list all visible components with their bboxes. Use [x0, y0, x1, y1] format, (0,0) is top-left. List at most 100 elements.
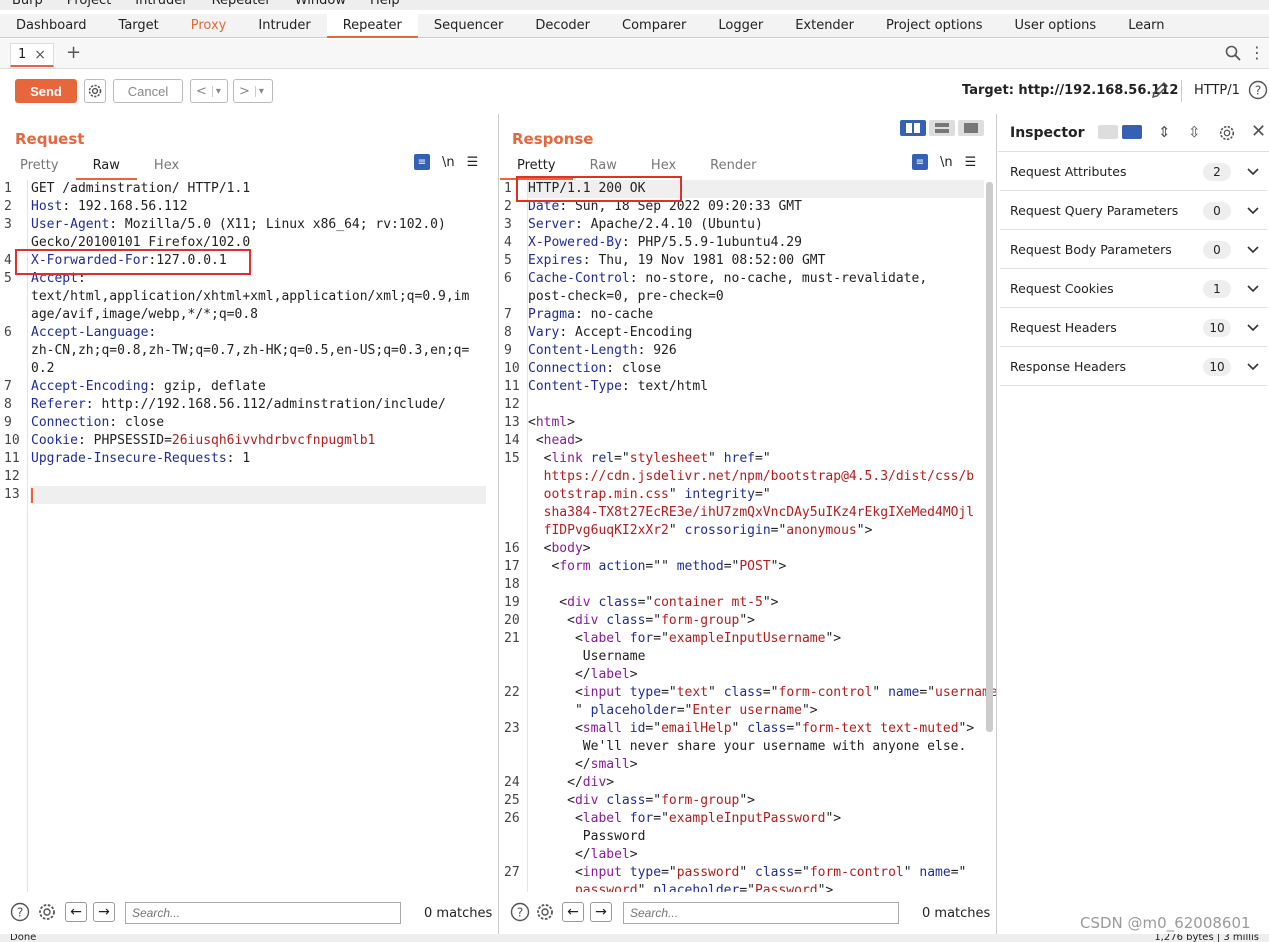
help-icon[interactable]: ?	[10, 902, 30, 922]
line-number: 8	[4, 397, 12, 412]
chevron-down-icon[interactable]	[1247, 165, 1259, 179]
layout-list-icon[interactable]	[1098, 125, 1118, 139]
collapse-all-icon[interactable]: ⇳	[1188, 123, 1201, 141]
layout-stacked-icon[interactable]	[929, 120, 955, 136]
line-number: 12	[504, 397, 520, 412]
tab-raw[interactable]: Raw	[75, 156, 137, 180]
inspector-section[interactable]: Request Attributes 2	[1000, 153, 1267, 191]
newline-toggle[interactable]: \n	[442, 155, 455, 170]
line-number: 6	[4, 325, 12, 340]
tab-dashboard[interactable]: Dashboard	[0, 14, 103, 38]
chevron-down-icon[interactable]	[1247, 360, 1259, 374]
gear-icon[interactable]	[535, 902, 555, 922]
chevron-down-icon[interactable]	[1247, 204, 1259, 218]
send-button[interactable]: Send	[15, 79, 77, 103]
chevron-down-icon[interactable]: ▾	[254, 85, 267, 97]
response-editor[interactable]: 1 HTTP/1.1 200 OK 2 Date: Sun, 18 Sep 2022 …	[500, 180, 996, 892]
menu-project[interactable]: Project	[55, 0, 123, 10]
pencil-icon[interactable]	[1150, 80, 1170, 100]
tab-pretty[interactable]: Pretty	[3, 156, 76, 180]
chevron-down-icon[interactable]: ▾	[211, 85, 224, 97]
tab-target[interactable]: Target	[103, 14, 175, 38]
tab-comparer[interactable]: Comparer	[606, 14, 702, 38]
line-number: 19	[504, 595, 520, 610]
menu-intruder[interactable]: Intruder	[123, 0, 199, 10]
settings-button[interactable]	[84, 79, 106, 103]
inspector-section[interactable]: Response Headers 10	[1000, 348, 1267, 386]
arrow-left-icon[interactable]: ←	[562, 902, 584, 922]
code-line: We'll never share your username with any…	[528, 739, 967, 754]
vertical-scrollbar[interactable]	[986, 182, 993, 732]
add-tab-icon[interactable]: +	[66, 42, 81, 63]
layout-tabs-icon[interactable]	[958, 120, 984, 136]
search-icon[interactable]	[1225, 45, 1241, 61]
tab-repeater[interactable]: Repeater	[326, 14, 418, 38]
menu-icon[interactable]: ☰	[467, 155, 479, 170]
layout-panel-icon[interactable]	[1122, 125, 1142, 139]
line-number: 8	[504, 325, 512, 340]
chevron-down-icon[interactable]	[1247, 282, 1259, 296]
wrap-lines-icon[interactable]: ≡	[912, 154, 928, 170]
code-line: Upgrade-Insecure-Requests: 1	[31, 451, 251, 466]
request-search-bar: ? ← → 0 matches	[0, 898, 498, 926]
tab-project-options[interactable]: Project options	[870, 14, 999, 38]
request-editor[interactable]: 1 GET /adminstration/ HTTP/1.1 2 Host: 192.…	[0, 180, 498, 892]
back-button[interactable]: < ▾	[190, 79, 228, 103]
help-icon[interactable]: ?	[510, 902, 530, 922]
http-version-label[interactable]: HTTP/1	[1194, 83, 1240, 98]
request-view-tabs: Pretty Raw Hex	[3, 156, 196, 180]
tab-proxy[interactable]: Proxy	[175, 14, 243, 38]
inspector-section[interactable]: Request Query Parameters 0	[1000, 192, 1267, 230]
tab-sequencer[interactable]: Sequencer	[418, 14, 519, 38]
arrow-left-icon[interactable]: ←	[65, 902, 87, 922]
tab-hex[interactable]: Hex	[137, 156, 196, 180]
menu-window[interactable]: Window	[283, 0, 358, 10]
code-line: sha384-TX8t27EcRE3e/ihU7zmQxVncDAy5uIKz4…	[528, 505, 975, 520]
wrap-lines-icon[interactable]: ≡	[414, 154, 430, 170]
code-line: <link rel="stylesheet" href="	[528, 451, 771, 466]
tab-user-options[interactable]: User options	[999, 14, 1113, 38]
code-line: Cache-Control: no-store, no-cache, must-…	[528, 271, 928, 286]
line-number: 20	[504, 613, 520, 628]
target-label: Target: http://192.168.56.112	[962, 83, 1179, 98]
help-icon[interactable]: ?	[1248, 80, 1268, 100]
tab-logger[interactable]: Logger	[702, 14, 779, 38]
line-number: 15	[504, 451, 520, 466]
forward-button[interactable]: > ▾	[233, 79, 273, 103]
expand-all-icon[interactable]: ⇕	[1158, 123, 1171, 141]
repeater-tab-1[interactable]: 1 ×	[10, 43, 54, 67]
tab-decoder[interactable]: Decoder	[519, 14, 606, 38]
code-line: GET /adminstration/ HTTP/1.1	[31, 181, 251, 196]
search-input[interactable]	[125, 902, 401, 924]
code-line: Password	[528, 829, 646, 844]
code-line: </div>	[528, 775, 615, 790]
newline-toggle[interactable]: \n	[940, 155, 953, 170]
menu-icon[interactable]: ☰	[965, 155, 977, 170]
close-icon[interactable]: ×	[34, 47, 46, 63]
tab-extender[interactable]: Extender	[779, 14, 870, 38]
inspector-section[interactable]: Request Headers 10	[1000, 309, 1267, 347]
code-line: password" placeholder="Password">	[528, 883, 834, 892]
cancel-button[interactable]: Cancel	[113, 79, 183, 103]
gear-icon[interactable]	[1218, 124, 1236, 142]
gear-icon[interactable]	[37, 902, 57, 922]
match-count: 0 matches	[922, 906, 991, 921]
close-icon[interactable]: ✕	[1251, 121, 1266, 142]
search-input[interactable]	[623, 902, 899, 924]
more-vertical-icon[interactable]: ⋮	[1249, 43, 1265, 62]
inspector-section[interactable]: Request Body Parameters 0	[1000, 231, 1267, 269]
menu-help[interactable]: Help	[358, 0, 412, 10]
code-line: </label>	[528, 667, 638, 682]
chevron-down-icon[interactable]	[1247, 321, 1259, 335]
layout-side-by-side-icon[interactable]	[900, 120, 926, 136]
menu-burp[interactable]: Burp	[0, 0, 55, 10]
arrow-right-icon[interactable]: →	[590, 902, 612, 922]
tab-render[interactable]: Render	[693, 156, 773, 180]
inspector-section[interactable]: Request Cookies 1	[1000, 270, 1267, 308]
tab-learn[interactable]: Learn	[1112, 14, 1180, 38]
tab-intruder[interactable]: Intruder	[242, 14, 326, 38]
menu-repeater[interactable]: Repeater	[200, 0, 283, 10]
arrow-right-icon[interactable]: →	[93, 902, 115, 922]
status-left: Done	[10, 934, 37, 942]
chevron-down-icon[interactable]	[1247, 243, 1259, 257]
